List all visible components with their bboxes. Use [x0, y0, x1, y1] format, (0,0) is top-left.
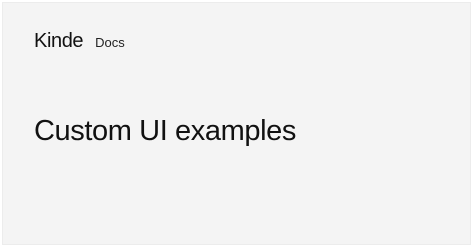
docs-section-label[interactable]: Docs	[95, 35, 125, 50]
brand-header: Kinde Docs	[34, 30, 125, 53]
docs-card: Kinde Docs Custom UI examples	[2, 2, 471, 245]
kinde-logo[interactable]: Kinde	[34, 30, 84, 53]
page-title: Custom UI examples	[34, 115, 296, 147]
